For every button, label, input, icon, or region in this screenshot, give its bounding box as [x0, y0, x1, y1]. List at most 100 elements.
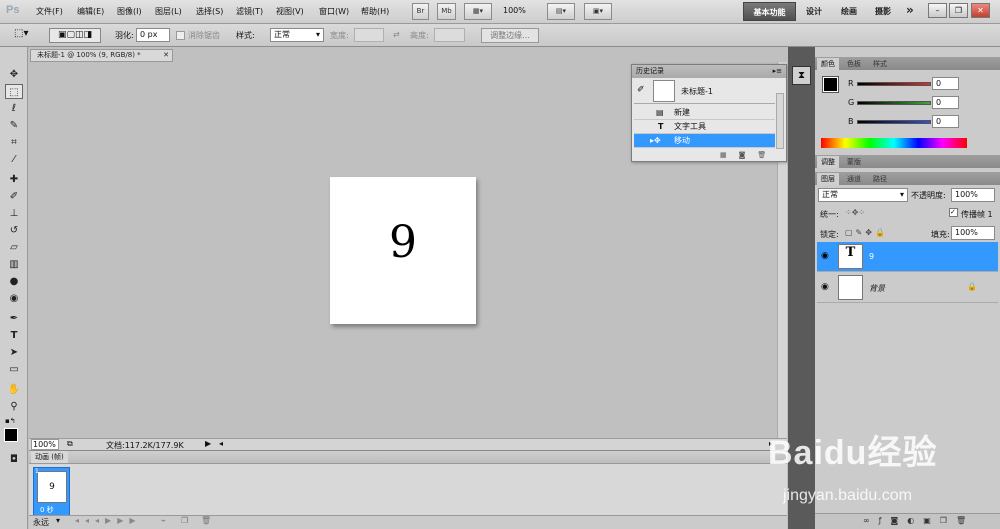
- crop-tool-icon[interactable]: ⌗: [5, 135, 23, 150]
- view-extras-button[interactable]: ▦▾: [464, 3, 492, 20]
- menu-layer[interactable]: 图层(L): [155, 6, 182, 17]
- playback-buttons[interactable]: ◂◂◂▶▶▶: [75, 516, 142, 525]
- history-item-type[interactable]: T 文字工具: [634, 120, 775, 134]
- loop-chevron-icon[interactable]: ▾: [56, 516, 60, 525]
- unify-icons[interactable]: ⁘✥⁘: [845, 208, 865, 217]
- tab-swatches[interactable]: 色板: [843, 58, 865, 70]
- bridge-button[interactable]: Br: [412, 3, 429, 20]
- layer-row-text[interactable]: ◉ T 9: [817, 242, 998, 272]
- visibility-eye-icon[interactable]: ◉: [821, 251, 829, 261]
- more-workspaces-icon[interactable]: »: [906, 3, 914, 17]
- tab-layers[interactable]: 图层: [817, 173, 839, 185]
- canvas-text-layer[interactable]: 9: [330, 217, 476, 268]
- green-value[interactable]: 0: [932, 96, 959, 109]
- fill-input[interactable]: 100%: [951, 226, 995, 240]
- status-menu-arrow-icon[interactable]: ▶: [205, 439, 211, 448]
- marquee-preset-icon[interactable]: ⬚▾: [14, 28, 28, 39]
- workspace-essentials[interactable]: 基本功能: [743, 2, 796, 21]
- tab-styles[interactable]: 样式: [869, 58, 891, 70]
- lasso-tool-icon[interactable]: ℓ: [5, 101, 23, 116]
- pen-tool-icon[interactable]: ✒: [5, 311, 23, 326]
- history-brush-source-icon[interactable]: ✐: [637, 85, 645, 95]
- history-item-new[interactable]: ▤ 新建: [634, 106, 775, 120]
- status-zoom-field[interactable]: 100%: [31, 439, 59, 450]
- zoom-tool-icon[interactable]: ⚲: [5, 399, 23, 414]
- antialias-checkbox[interactable]: [176, 31, 185, 40]
- gradient-tool-icon[interactable]: ▥: [5, 257, 23, 272]
- layers-footer-icons[interactable]: ∞ƒ◙◐▣❐🗑: [863, 516, 975, 525]
- menu-edit[interactable]: 编辑(E): [77, 6, 104, 17]
- tab-channels[interactable]: 通道: [843, 173, 865, 185]
- color-fg-swatch[interactable]: [822, 76, 839, 93]
- clone-stamp-tool-icon[interactable]: ⊥: [5, 206, 23, 221]
- refine-edge-button[interactable]: 调整边缘...: [481, 28, 539, 43]
- quick-select-tool-icon[interactable]: ✎: [5, 118, 23, 133]
- move-tool-icon[interactable]: ✥: [5, 67, 23, 82]
- selection-mode-icons[interactable]: ▣▢◫◨: [49, 28, 101, 43]
- swap-icon[interactable]: ⇄: [393, 30, 400, 39]
- minibridge-button[interactable]: Mb: [437, 3, 456, 20]
- panel-menu-icon[interactable]: ▸≡: [773, 65, 782, 78]
- workspace-painting[interactable]: 绘画: [841, 6, 857, 17]
- delete-frame-icon[interactable]: 🗑: [201, 516, 211, 525]
- blur-tool-icon[interactable]: ●: [5, 274, 23, 289]
- foreground-color-swatch[interactable]: [4, 428, 18, 442]
- tab-masks[interactable]: 蒙版: [843, 156, 865, 168]
- blue-value[interactable]: 0: [932, 115, 959, 128]
- path-select-tool-icon[interactable]: ➤: [5, 345, 23, 360]
- blend-mode-select[interactable]: 正常 ▾: [818, 188, 908, 202]
- opacity-input[interactable]: 100%: [951, 188, 995, 202]
- status-info-icon[interactable]: ⧉: [67, 439, 73, 449]
- style-select[interactable]: 正常 ▾: [270, 28, 324, 42]
- workspace-photography[interactable]: 摄影: [875, 6, 891, 17]
- feather-input[interactable]: 0 px: [136, 28, 170, 42]
- document-tab[interactable]: 未标题-1 @ 100% (9, RGB/8) * ✕: [30, 49, 173, 62]
- menu-image[interactable]: 图像(I): [117, 6, 142, 17]
- visibility-eye-icon[interactable]: ◉: [821, 282, 829, 292]
- red-slider[interactable]: [857, 82, 931, 86]
- menu-view[interactable]: 视图(V): [276, 6, 304, 17]
- tab-adjustments[interactable]: 调整: [817, 156, 839, 168]
- menu-help[interactable]: 帮助(H): [361, 6, 389, 17]
- restore-button[interactable]: ❐: [949, 3, 968, 18]
- type-tool-icon[interactable]: T: [5, 328, 23, 343]
- height-input[interactable]: [434, 28, 465, 42]
- width-input[interactable]: [354, 28, 384, 42]
- layer-name[interactable]: 背景: [869, 283, 885, 294]
- history-item-move[interactable]: ▸✥ 移动: [634, 134, 775, 148]
- animation-tab[interactable]: 动画 (帧): [31, 451, 68, 463]
- brush-tool-icon[interactable]: ✐: [5, 189, 23, 204]
- layer-row-background[interactable]: ◉ 背景 🔒: [817, 273, 998, 303]
- tab-color[interactable]: 颜色: [817, 58, 839, 70]
- scroll-left-icon[interactable]: ◂: [219, 439, 223, 448]
- propagate-checkbox[interactable]: ✓: [949, 208, 958, 217]
- eyedropper-tool-icon[interactable]: ⁄: [5, 152, 23, 167]
- default-colors-icon[interactable]: ▪↰: [5, 417, 16, 425]
- arrange-documents-button[interactable]: ▤▾: [547, 3, 575, 20]
- rectangle-tool-icon[interactable]: ▭: [5, 362, 23, 377]
- document-canvas[interactable]: 9: [330, 177, 476, 324]
- tab-paths[interactable]: 路径: [869, 173, 891, 185]
- history-brush-tool-icon[interactable]: ↺: [5, 223, 23, 238]
- close-button[interactable]: ✕: [971, 3, 990, 18]
- healing-brush-tool-icon[interactable]: ✚: [5, 172, 23, 187]
- new-frame-icon[interactable]: ❐: [181, 516, 188, 525]
- zoom-level[interactable]: 100%: [503, 6, 526, 15]
- close-tab-icon[interactable]: ✕: [163, 50, 169, 61]
- layer-name[interactable]: 9: [869, 252, 874, 261]
- color-spectrum-ramp[interactable]: [821, 138, 967, 148]
- history-footer-icons[interactable]: ▦◙🗑: [720, 151, 778, 159]
- workspace-design[interactable]: 设计: [806, 6, 822, 17]
- screen-mode-button[interactable]: ▣▾: [584, 3, 612, 20]
- loop-select[interactable]: 永远: [33, 517, 49, 528]
- history-snapshot[interactable]: ✐ 未标题-1: [634, 79, 775, 104]
- tween-icon[interactable]: ⌁: [161, 516, 166, 525]
- menu-window[interactable]: 窗口(W): [319, 6, 349, 17]
- blue-slider[interactable]: [857, 120, 931, 124]
- eraser-tool-icon[interactable]: ▱: [5, 240, 23, 255]
- dodge-tool-icon[interactable]: ◉: [5, 291, 23, 306]
- animation-frame[interactable]: 1 9 0 秒: [33, 467, 70, 517]
- history-title[interactable]: 历史记录: [636, 67, 664, 75]
- menu-file[interactable]: 文件(F): [36, 6, 63, 17]
- hand-tool-icon[interactable]: ✋: [5, 382, 23, 397]
